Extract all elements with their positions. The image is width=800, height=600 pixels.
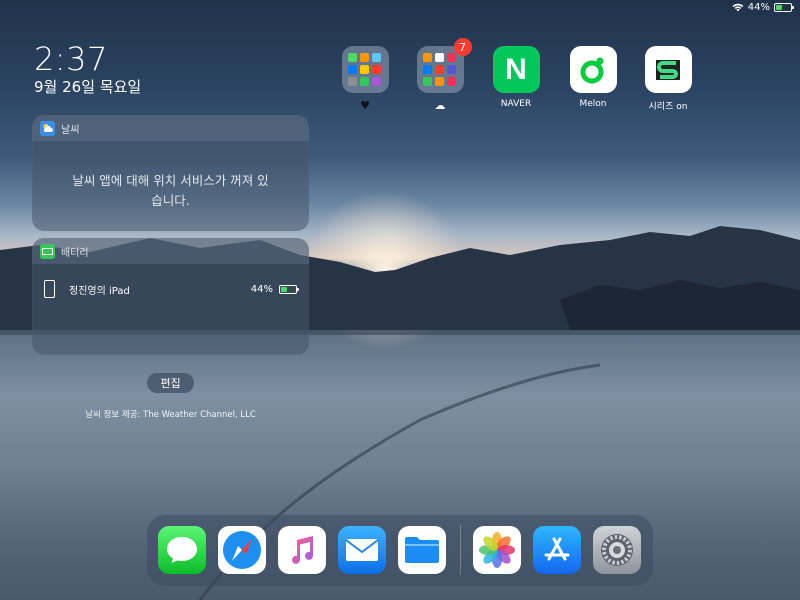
weather-app-icon [40,120,55,136]
battery-device-row: 정진영의 iPad 44% [44,278,299,300]
battery-percent: 44% [747,2,770,13]
weather-widget[interactable]: 날씨 날씨 앱에 대해 위치 서비스가 꺼져 있 습니다. [32,115,309,231]
status-bar: 44% [732,2,794,13]
battery-widget-title: 배터리 [61,247,89,259]
photos-icon[interactable] [473,526,521,574]
files-icon[interactable] [398,526,446,574]
app-folder-2[interactable]: 7 ☁ [405,38,475,112]
lock-time: 2:37 [34,40,108,78]
device-name: 정진영의 iPad [69,285,130,297]
cloud-icon: ☁ [434,99,446,112]
weather-widget-title: 날씨 [61,124,80,136]
app-store-icon[interactable] [533,526,581,574]
lock-date: 9월 26일 목요일 [34,78,142,96]
app-label: NAVER [500,99,532,109]
mail-icon[interactable] [338,526,386,574]
ipad-icon [44,280,55,298]
dock [147,515,653,586]
app-melon[interactable]: Melon [558,46,628,109]
weather-credit: 날씨 정보 제공: The Weather Channel, LLC [85,410,256,420]
messages-icon[interactable] [158,526,206,574]
folder-icon: 7 [416,38,472,93]
device-battery-icon [279,284,299,294]
battery-icon [774,3,794,12]
device-battery-percent: 44% [250,283,273,295]
melon-icon [569,46,617,93]
notification-badge: 7 [453,38,472,56]
weather-widget-header: 날씨 [32,115,309,141]
folder-icon [341,46,389,93]
battery-widget[interactable]: 배터리 정진영의 iPad 44% [32,238,309,355]
app-folder-1[interactable]: ♥ [330,46,400,112]
series-on-icon [644,46,692,93]
naver-icon: N [492,46,540,93]
weather-message: 날씨 앱에 대해 위치 서비스가 꺼져 있 습니다. [72,173,269,208]
app-label: 시리즈 on [648,102,688,112]
app-naver[interactable]: N NAVER [481,46,551,109]
dock-separator [460,525,461,575]
safari-icon[interactable] [218,526,266,574]
music-icon[interactable] [278,526,326,574]
app-label: Melon [579,99,607,109]
app-series-on[interactable]: 시리즈 on [633,46,703,112]
wifi-icon [732,3,744,12]
battery-widget-header: 배터리 [32,238,309,264]
heart-icon: ♥ [360,99,370,112]
edit-widgets-button[interactable]: 편집 [147,373,194,393]
settings-icon[interactable] [593,526,641,574]
battery-app-icon [40,243,55,259]
